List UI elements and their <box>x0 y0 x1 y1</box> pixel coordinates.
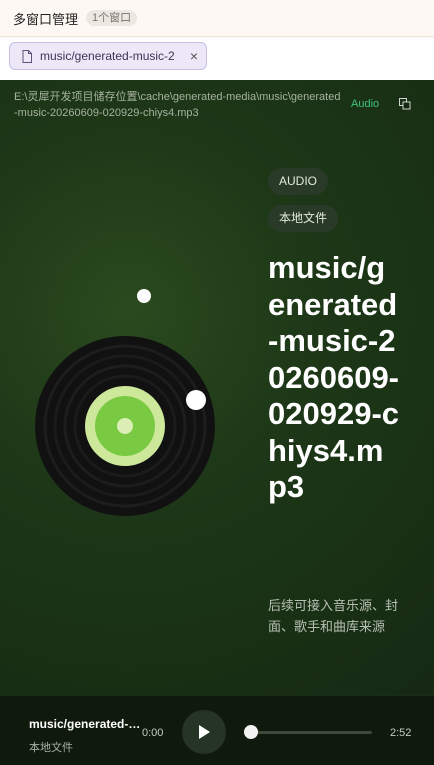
floating-dot-large <box>186 390 206 410</box>
audio-player-panel: E:\灵犀开发项目储存位置\cache\generated-media\musi… <box>0 80 434 765</box>
source-chip: 本地文件 <box>268 205 339 232</box>
tab-label: music/generated-music-20260609-020929-ch… <box>40 49 174 63</box>
window-manager-title: 多窗口管理 <box>13 11 79 27</box>
close-icon[interactable]: × <box>190 48 198 64</box>
media-type-link[interactable]: Audio <box>351 98 379 110</box>
track-title: music/generated-music-20260609-020929-ch… <box>268 250 400 504</box>
vinyl-center-hole <box>117 418 133 434</box>
play-button[interactable] <box>182 710 226 754</box>
progress-handle[interactable] <box>244 725 259 739</box>
vinyl-record-artwork <box>35 289 215 516</box>
floating-dot-small <box>137 289 151 303</box>
play-icon <box>199 725 210 739</box>
playback-controls: music/generated-music-20260609-020929-ch… <box>0 695 434 765</box>
file-icon <box>22 49 32 63</box>
total-time: 2:52 <box>390 727 412 739</box>
now-playing-source: 本地文件 <box>29 742 73 754</box>
media-type-chip: AUDIO <box>268 168 329 195</box>
window-count-badge: 1个窗口 <box>86 10 138 26</box>
progress-bar[interactable] <box>244 725 372 739</box>
now-playing-name: music/generated-music-20260609-020929-ch… <box>29 717 149 731</box>
tab-music-file[interactable]: music/generated-music-20260609-020929-ch… <box>9 42 207 70</box>
copy-icon[interactable] <box>399 98 411 110</box>
title-bar: 多窗口管理 1个窗口 <box>0 0 434 37</box>
current-time: 0:00 <box>142 727 164 739</box>
track-description: 后续可接入音乐源、封面、歌手和曲库来源 <box>268 598 399 634</box>
tab-strip: music/generated-music-20260609-020929-ch… <box>0 38 434 80</box>
